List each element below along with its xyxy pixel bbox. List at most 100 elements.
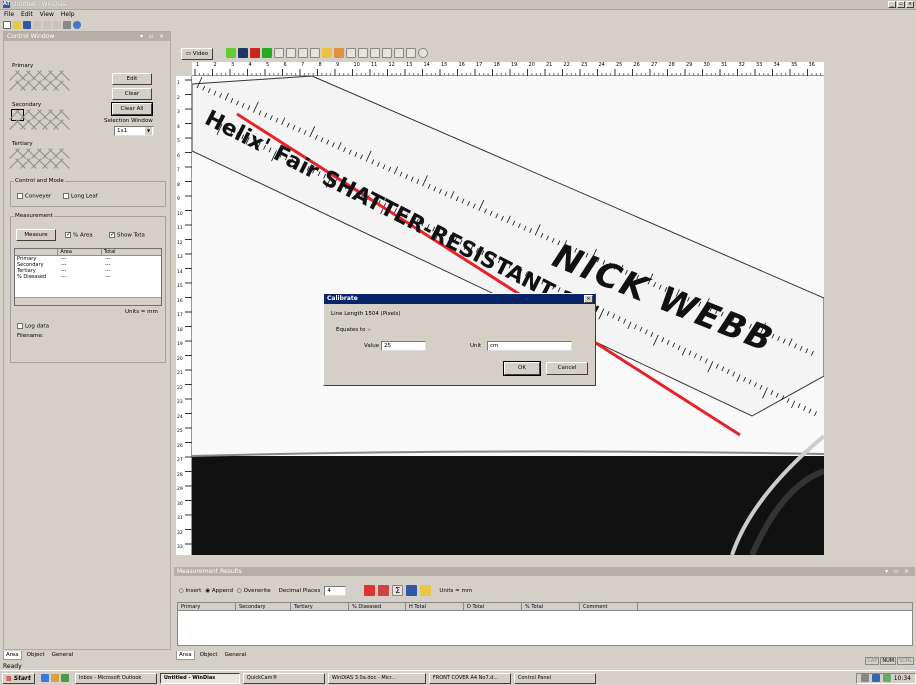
selection-window-select[interactable]: 1x1 ▼ (114, 126, 154, 136)
value-input[interactable]: 25 (381, 341, 426, 351)
ruler-label: 7 (301, 62, 305, 68)
main-toolbar (0, 19, 916, 30)
task-outlook[interactable]: Inbox - Microsoft Outlook (74, 672, 157, 684)
video-tab[interactable]: ▭ Video (181, 48, 213, 60)
menu-edit[interactable]: Edit (21, 11, 33, 18)
results-col-header[interactable]: Comment (580, 603, 638, 610)
minimize-button[interactable]: _ (888, 1, 896, 8)
help-icon[interactable] (73, 20, 81, 29)
line-icon[interactable] (346, 48, 356, 58)
tertiary-label: Tertiary (12, 141, 33, 147)
folder-icon[interactable] (50, 674, 59, 682)
unit-input[interactable]: cm (487, 341, 572, 351)
menu-file[interactable]: File (4, 11, 14, 18)
results-col-header[interactable]: % Total (522, 603, 580, 610)
maximize-button[interactable]: ▫ (897, 1, 905, 8)
pointer-icon[interactable] (274, 48, 284, 58)
tab-object[interactable]: Object (25, 651, 47, 660)
desktop-icon[interactable] (60, 674, 69, 682)
calibrate-icon[interactable] (334, 48, 344, 58)
ellipse-icon[interactable] (418, 48, 428, 58)
pan-icon[interactable] (310, 48, 320, 58)
units-text: Units = mm (125, 309, 158, 315)
green-pen-icon[interactable] (226, 48, 236, 58)
append-radio[interactable]: ◉ Append (205, 588, 233, 594)
delete-all-icon[interactable] (378, 585, 390, 596)
pane-controls[interactable]: ▾ ▫ × (885, 568, 915, 575)
tab-area[interactable]: Area (3, 651, 22, 660)
open-folder-icon[interactable] (13, 20, 21, 29)
rectangle-icon[interactable] (406, 48, 416, 58)
save-results-icon[interactable] (406, 585, 418, 596)
log-data-checkbox[interactable]: Log data (17, 323, 49, 330)
task-windias[interactable]: Untitled - WinDias (159, 672, 240, 684)
red-pen-icon[interactable] (250, 48, 260, 58)
results-col-header[interactable]: Tertiary (291, 603, 349, 610)
task-control-panel[interactable]: Control Panel (513, 672, 596, 684)
ok-button[interactable]: OK (503, 361, 541, 376)
blue-pen-icon[interactable] (238, 48, 248, 58)
tray-icon[interactable] (860, 674, 869, 682)
print-icon[interactable] (63, 20, 71, 29)
ruler-label: 11 (371, 62, 378, 68)
tab-object[interactable]: Object (198, 651, 220, 660)
table-hscrollbar[interactable] (15, 297, 161, 305)
sum-icon[interactable]: Σ (392, 585, 404, 596)
start-button[interactable]: ▩ Start (2, 672, 35, 684)
task-quickcam[interactable]: QuickCam® (242, 672, 325, 684)
copy-icon[interactable] (43, 20, 51, 29)
ie-icon[interactable] (40, 674, 49, 682)
zoom-out-icon[interactable] (298, 48, 308, 58)
selection-window-value: 1x1 (117, 128, 128, 134)
diagonal-icon[interactable] (382, 48, 392, 58)
tray-icon[interactable] (882, 674, 891, 682)
cut-icon[interactable] (33, 20, 41, 29)
chevron-down-icon[interactable]: ▼ (145, 127, 152, 135)
insert-radio[interactable]: ○ Insert (179, 588, 201, 594)
decimal-places-input[interactable]: 4 (324, 585, 347, 596)
new-file-icon[interactable] (3, 20, 11, 29)
dialog-close-icon[interactable]: × (584, 295, 593, 303)
tertiary-color-grid[interactable] (12, 149, 67, 169)
ruler-tool-icon[interactable] (322, 48, 332, 58)
show-total-checkbox[interactable]: Show Tota (109, 231, 145, 239)
tab-general[interactable]: General (223, 651, 249, 660)
zoom-in-icon[interactable] (286, 48, 296, 58)
conveyer-checkbox[interactable]: Conveyer (17, 193, 51, 200)
tab-general[interactable]: General (50, 651, 76, 660)
pane-controls[interactable]: ▾ ▫ × (140, 33, 170, 40)
overwrite-radio[interactable]: ○ Overwrite (237, 588, 271, 594)
angle-icon[interactable] (358, 48, 368, 58)
control-window-title: Control Window (7, 33, 55, 40)
close-button[interactable]: × (906, 1, 914, 8)
pct-area-checkbox[interactable]: % Area (65, 231, 93, 239)
task-word-doc[interactable]: WinDIAS 3.0a.doc - Micr... (327, 672, 426, 684)
results-col-header[interactable]: Secondary (236, 603, 291, 610)
video-tab-label: Video (192, 51, 209, 57)
clear-button[interactable]: Clear (112, 88, 152, 100)
save-icon[interactable] (23, 20, 31, 29)
cancel-button[interactable]: Cancel (546, 362, 588, 375)
clear-all-button[interactable]: Clear All (111, 102, 153, 116)
edit-button[interactable]: Edit (112, 73, 152, 85)
ruler-label: 20 (528, 62, 535, 68)
menu-help[interactable]: Help (61, 11, 75, 18)
paste-icon[interactable] (53, 20, 61, 29)
arrow-icon[interactable] (394, 48, 404, 58)
polyline-icon[interactable] (370, 48, 380, 58)
measure-button[interactable]: Measure (16, 229, 56, 241)
tab-area[interactable]: Area (176, 651, 195, 660)
export-icon[interactable] (420, 585, 432, 596)
menu-view[interactable]: View (40, 11, 54, 18)
results-col-header[interactable]: D Total (464, 603, 522, 610)
dark-green-pen-icon[interactable] (262, 48, 272, 58)
task-front-cover[interactable]: FRONT COVER A4 No7.d... (428, 672, 511, 684)
results-col-header[interactable]: H Total (406, 603, 464, 610)
primary-color-grid[interactable] (12, 71, 67, 91)
secondary-color-grid[interactable] (11, 109, 67, 130)
results-col-header[interactable]: Primary (178, 603, 236, 610)
tray-icon[interactable] (871, 674, 880, 682)
delete-row-icon[interactable] (364, 585, 376, 596)
results-col-header[interactable]: % Diseased (349, 603, 406, 610)
long-leaf-checkbox[interactable]: Long Leaf (63, 193, 98, 200)
